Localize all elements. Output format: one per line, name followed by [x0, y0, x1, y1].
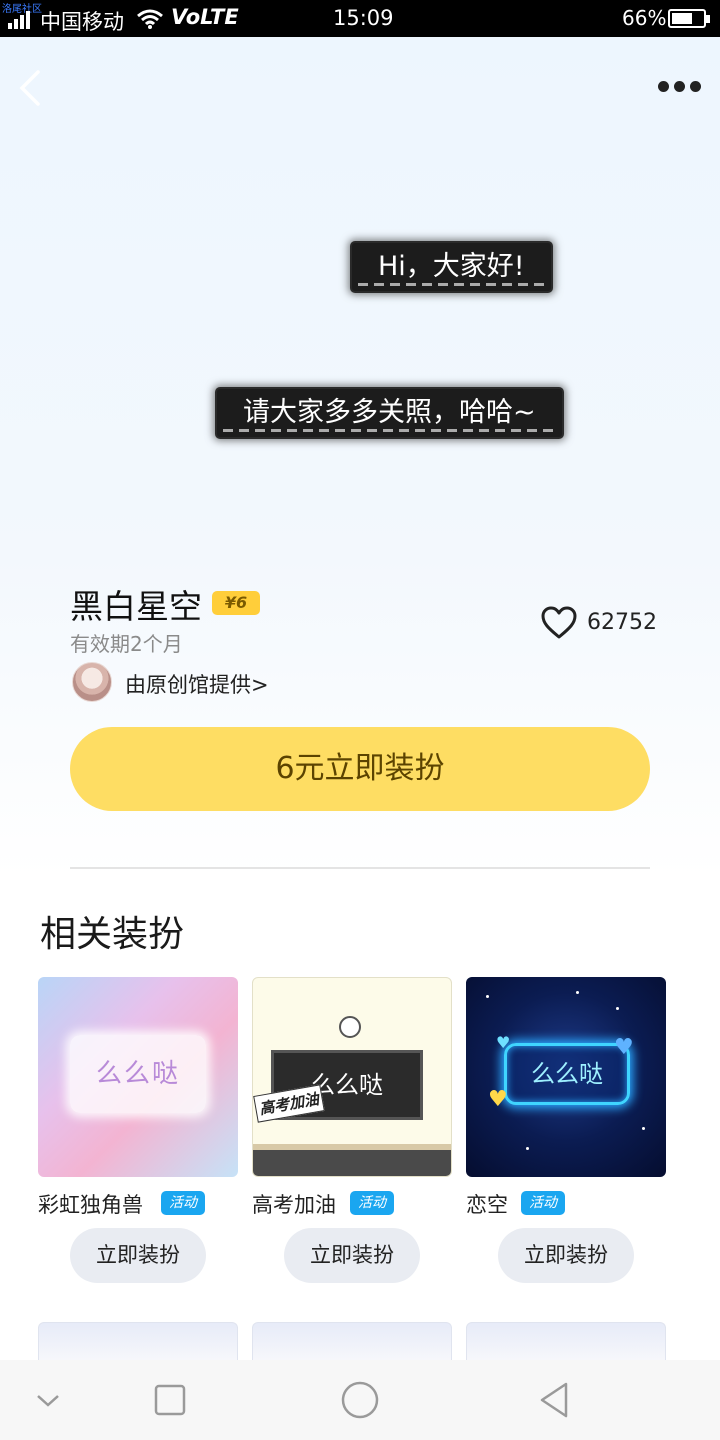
back-button[interactable] — [14, 68, 50, 108]
divider — [70, 867, 650, 869]
thumbnail-floor — [253, 1144, 451, 1176]
card-name: 彩虹独角兽 — [38, 1193, 143, 1217]
battery-icon — [668, 9, 710, 28]
back-triangle-icon[interactable] — [532, 1378, 576, 1422]
system-nav-bar — [0, 1360, 720, 1440]
card-thumbnail[interactable]: 么么哒 — [38, 977, 238, 1177]
dress-up-button[interactable]: 立即装扮 — [284, 1228, 420, 1283]
heart-icon — [541, 606, 577, 639]
card-thumbnail[interactable]: 么么哒 高考加油 — [252, 977, 452, 1177]
battery-percent: 66% — [622, 6, 667, 30]
related-card-partial[interactable] — [38, 1322, 238, 1360]
price-badge: ¥6 — [212, 591, 260, 615]
chevron-left-icon — [19, 70, 40, 106]
card-thumbnail[interactable]: 么么哒 ♥ ♥ ♥ — [466, 977, 666, 1177]
card-name: 恋空 — [466, 1193, 508, 1217]
heart-icon: ♥ — [614, 1035, 634, 1060]
heart-icon: ♥ — [488, 1087, 508, 1112]
related-section-title: 相关装扮 — [40, 914, 185, 955]
dress-up-button[interactable]: 立即装扮 — [498, 1228, 634, 1283]
status-bar: 洛尾社区 中国移动 VoLTE 15:09 66% — [0, 0, 720, 37]
clock-time: 15:09 — [333, 6, 394, 30]
like-count: 62752 — [587, 610, 657, 635]
related-card-partial[interactable] — [466, 1322, 666, 1360]
bubble-preview-area — [0, 37, 720, 557]
signal-icon — [8, 11, 34, 29]
product-title: 黑白星空 — [70, 587, 202, 626]
provider-avatar[interactable] — [72, 662, 112, 702]
dress-up-button[interactable]: 立即装扮 — [70, 1228, 206, 1283]
chevron-down-icon[interactable] — [26, 1378, 70, 1422]
thumbnail-bubble-text: 么么哒 — [70, 1035, 206, 1113]
related-card-partial[interactable] — [252, 1322, 452, 1360]
wifi-icon — [137, 9, 163, 29]
activity-tag: 活动 — [350, 1191, 394, 1215]
buy-now-button[interactable]: 6元立即装扮 — [70, 727, 650, 811]
validity-text: 有效期2个月 — [70, 632, 183, 656]
volte-label: VoLTE — [171, 5, 239, 29]
activity-tag: 活动 — [521, 1191, 565, 1215]
home-icon[interactable] — [338, 1378, 382, 1422]
card-name: 高考加油 — [252, 1193, 336, 1217]
preview-bubble-2: 请大家多多关照，哈哈~ — [217, 389, 562, 437]
thumbnail-bubble-text: 么么哒 — [504, 1043, 630, 1105]
more-options-button[interactable] — [654, 78, 704, 96]
clock-icon — [339, 1016, 361, 1038]
activity-tag: 活动 — [161, 1191, 205, 1215]
preview-bubble-1: Hi，大家好! — [352, 243, 551, 291]
heart-icon: ♥ — [496, 1033, 511, 1052]
recent-apps-icon[interactable] — [148, 1378, 192, 1422]
carrier-label: 中国移动 — [40, 10, 124, 34]
provider-link[interactable]: 由原创馆提供> — [125, 669, 269, 699]
